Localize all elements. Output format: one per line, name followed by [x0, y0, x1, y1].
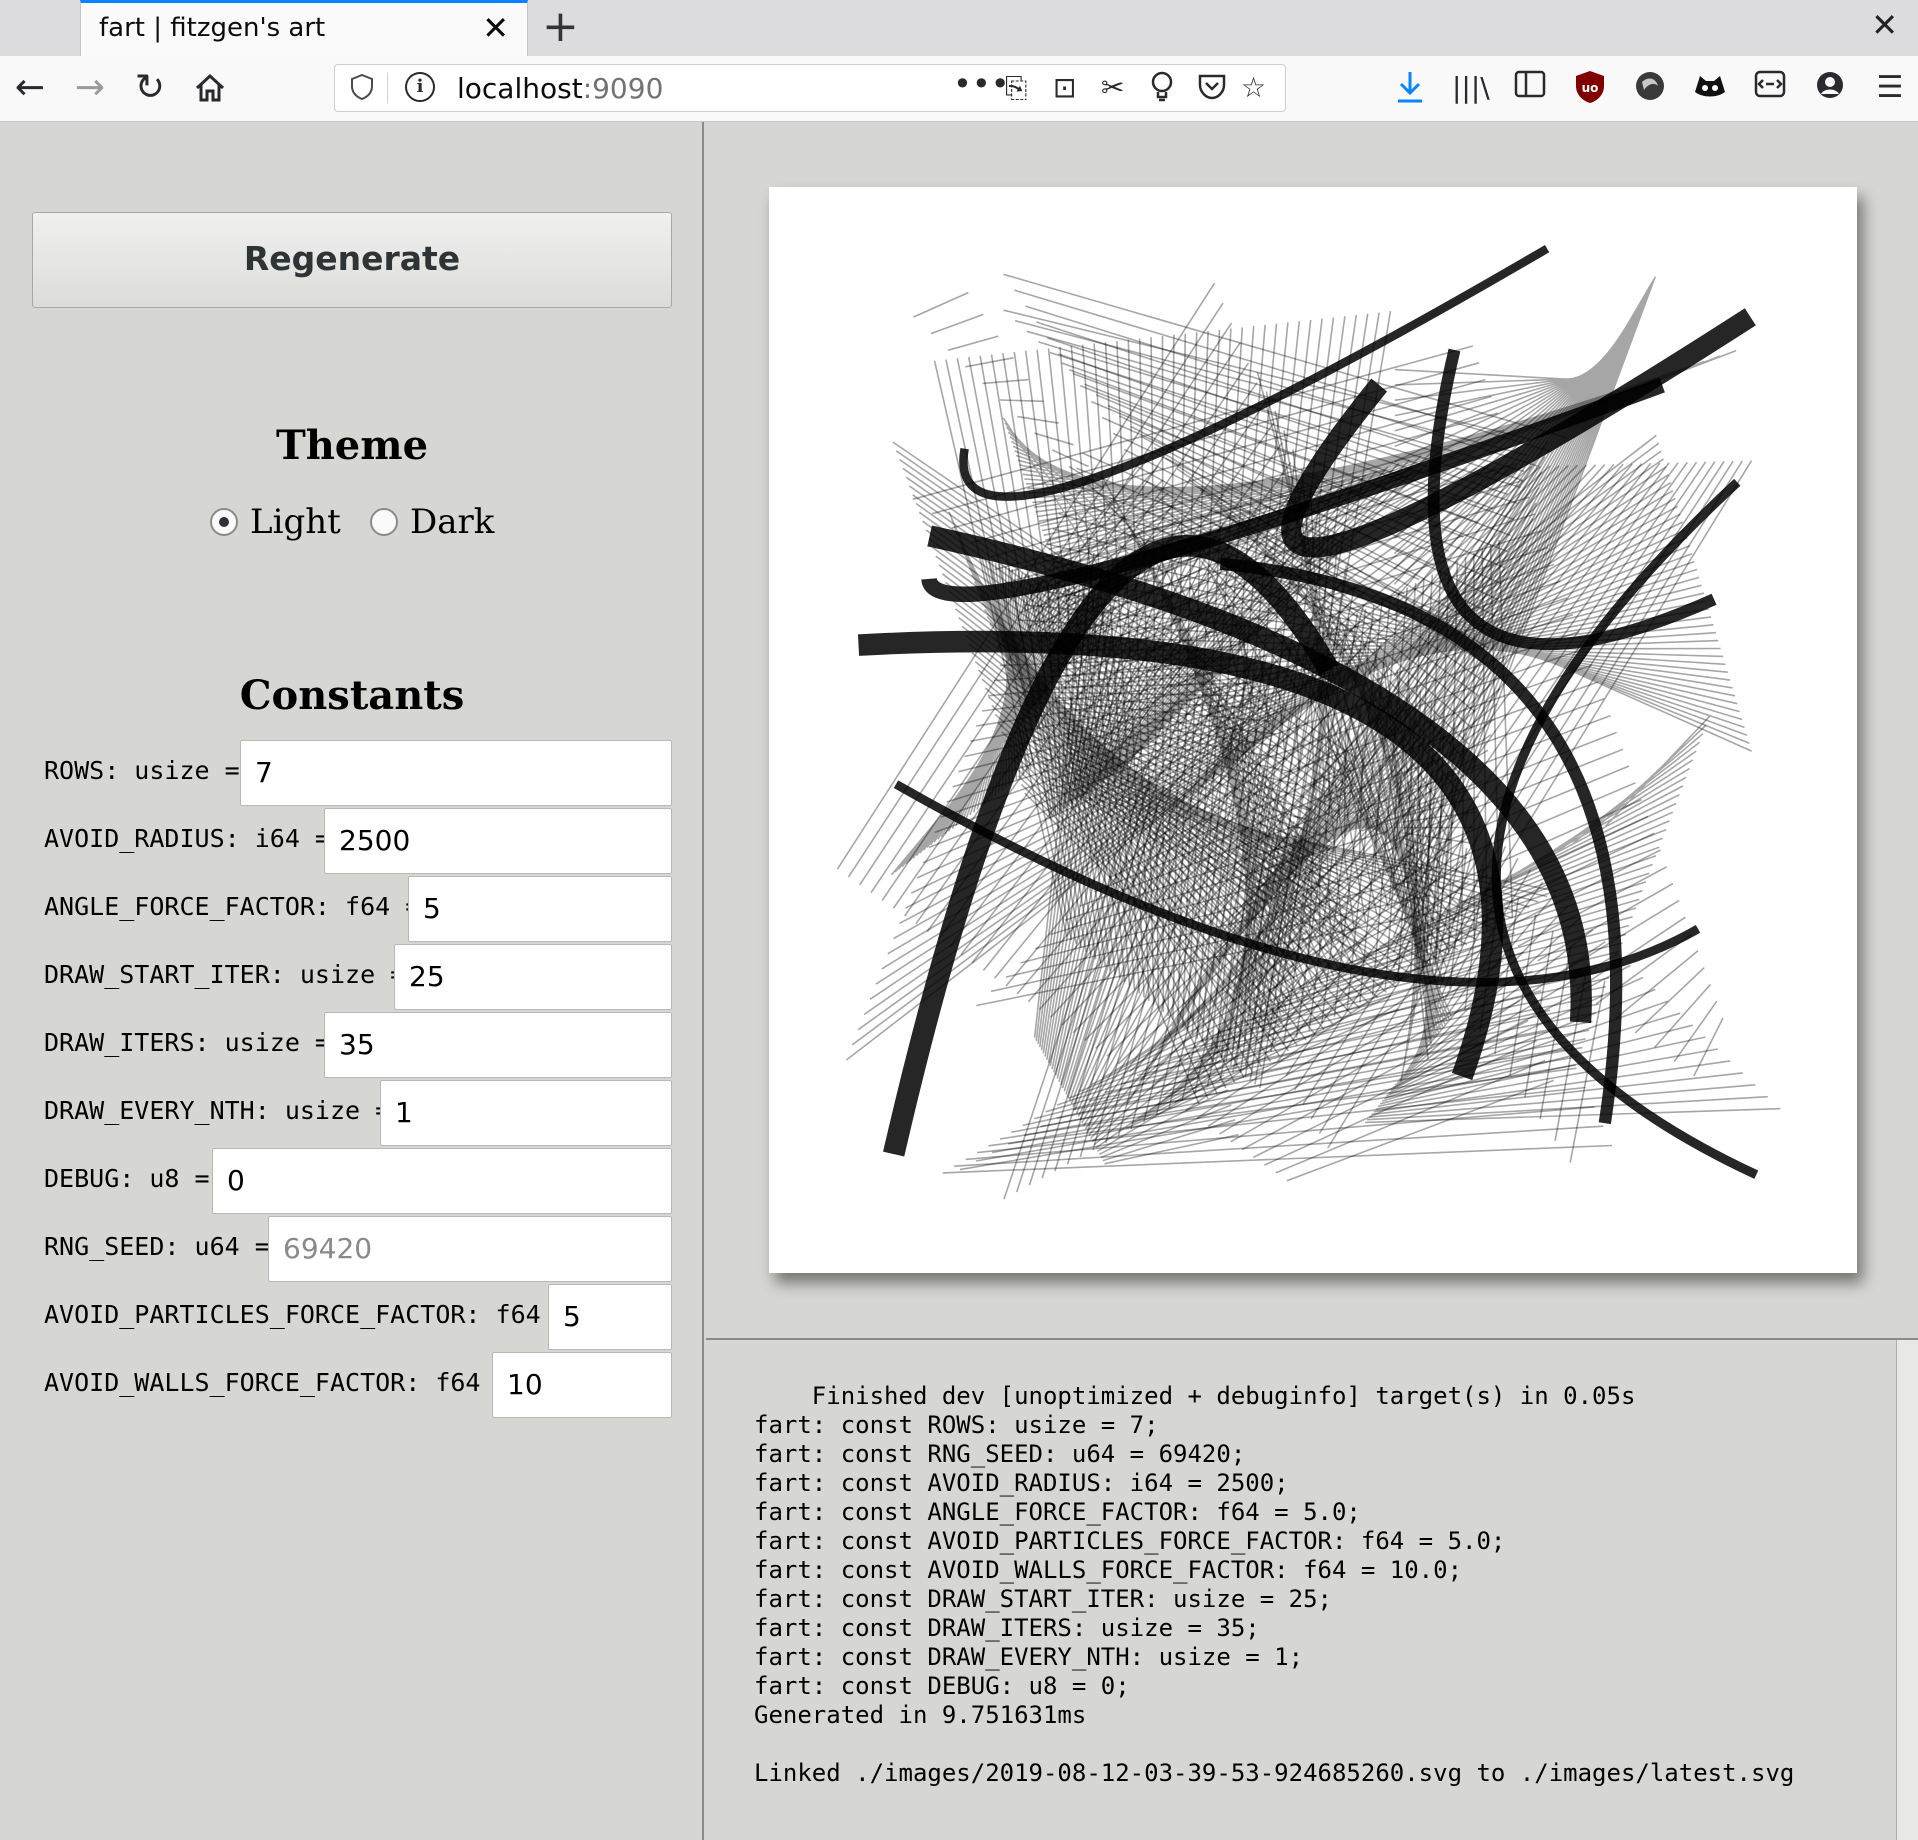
constant-row-draw-start-iter: DRAW_START_ITER: usize = 25 — [44, 944, 672, 1010]
angle-force-factor-input[interactable]: 5 — [408, 876, 672, 942]
constant-row-debug: DEBUG: u8 = 0 — [44, 1148, 672, 1214]
draw-iters-input[interactable]: 35 — [324, 1012, 672, 1078]
theme-radio-light[interactable]: Light — [210, 502, 341, 542]
log-line: fart: const AVOID_PARTICLES_FORCE_FACTOR… — [754, 1527, 1506, 1555]
sidebar-icon[interactable] — [1512, 70, 1548, 106]
build-log-pane: Finished dev [unoptimized + debuginfo] t… — [706, 1340, 1896, 1840]
tab-close-icon[interactable]: ✕ — [482, 9, 509, 47]
theme-option-label: Dark — [410, 502, 495, 542]
log-line: fart: const RNG_SEED: u64 = 69420; — [754, 1440, 1246, 1468]
build-log-text: Finished dev [unoptimized + debuginfo] t… — [754, 1382, 1794, 1788]
constant-row-rng-seed: RNG_SEED: u64 = 69420 — [44, 1216, 672, 1282]
log-line: Generated in 9.751631ms — [754, 1701, 1087, 1729]
constant-label: ROWS: usize = — [44, 756, 255, 785]
draw-every-nth-input[interactable]: 1 — [380, 1080, 672, 1146]
constant-label: DRAW_EVERY_NTH: usize = — [44, 1096, 406, 1125]
constant-row-draw-every-nth: DRAW_EVERY_NTH: usize = 1 — [44, 1080, 672, 1146]
url-text[interactable]: localhost:9090 — [457, 72, 663, 105]
window-close-icon[interactable]: ✕ — [1871, 6, 1898, 44]
avoid-walls-force-factor-input[interactable]: 10 — [492, 1352, 672, 1418]
rng-seed-input[interactable]: 69420 — [268, 1216, 672, 1282]
lightbulb-icon[interactable] — [1149, 71, 1175, 110]
account-icon[interactable] — [1812, 70, 1848, 106]
log-line: fart: const DRAW_EVERY_NTH: usize = 1; — [754, 1643, 1304, 1671]
avoid-particles-force-factor-input[interactable]: 5 — [548, 1284, 672, 1350]
log-line: fart: const AVOID_WALLS_FORCE_FACTOR: f6… — [754, 1556, 1463, 1584]
constant-row-avoid-walls-force-factor: AVOID_WALLS_FORCE_FACTOR: f64 = 10 — [44, 1352, 672, 1418]
log-line: fart: const DRAW_ITERS: usize = 35; — [754, 1614, 1260, 1642]
art-preview-area — [706, 122, 1918, 1338]
generated-art-svg — [836, 244, 1781, 1200]
constants-heading: Constants — [239, 672, 465, 719]
constant-row-angle-force-factor: ANGLE_FORCE_FACTOR: f64 = 5 — [44, 876, 672, 942]
radio-button-unchecked[interactable] — [370, 508, 398, 536]
url-port: :9090 — [582, 72, 664, 105]
log-line: fart: const AVOID_RADIUS: i64 = 2500; — [754, 1469, 1289, 1497]
theme-heading: Theme — [275, 422, 429, 469]
svg-text:uo: uo — [1582, 81, 1599, 95]
ublock-origin-icon[interactable]: uo — [1572, 70, 1608, 106]
theme-option-label: Light — [250, 502, 341, 542]
hamburger-menu-icon[interactable]: ☰ — [1872, 70, 1908, 106]
log-line: Linked ./images/2019-08-12-03-39-53-9246… — [754, 1759, 1795, 1787]
send-to-device-icon[interactable]: ⎘ — [1005, 71, 1027, 105]
tab-title: fart | fitzgen's art — [99, 13, 326, 43]
new-tab-plus-icon[interactable]: + — [542, 2, 579, 52]
log-line: Finished dev [unoptimized + debuginfo] t… — [754, 1382, 1636, 1410]
avoid-radius-input[interactable]: 2500 — [324, 808, 672, 874]
pocket-icon[interactable] — [1197, 71, 1227, 108]
extension-reader-icon[interactable] — [1752, 70, 1788, 106]
navigation-toolbar: ← → ↻ i localhost:9090 ••• ⎘ ⊡ ✂ ☆ |||\ … — [0, 56, 1918, 122]
rows-input[interactable]: 7 — [240, 740, 672, 806]
back-arrow-icon[interactable]: ← — [8, 66, 52, 110]
constant-label: AVOID_PARTICLES_FORCE_FACTOR: f64 = — [44, 1300, 586, 1329]
constant-label: AVOID_RADIUS: i64 = — [44, 824, 346, 853]
debug-input[interactable]: 0 — [212, 1148, 672, 1214]
constant-row-avoid-radius: AVOID_RADIUS: i64 = 2500 — [44, 808, 672, 874]
log-line: fart: const ROWS: usize = 7; — [754, 1411, 1159, 1439]
bookmark-star-icon[interactable]: ☆ — [1241, 71, 1266, 104]
controls-panel: Regenerate Theme Light Dark Constants RO… — [0, 122, 704, 1840]
art-strokes — [836, 244, 1781, 1200]
site-info-icon[interactable]: i — [405, 72, 435, 102]
log-line: fart: const ANGLE_FORCE_FACTOR: f64 = 5.… — [754, 1498, 1361, 1526]
log-line: fart: const DEBUG: u8 = 0; — [754, 1672, 1130, 1700]
downloads-icon[interactable] — [1392, 70, 1428, 106]
reader-view-icon[interactable]: ⊡ — [1053, 71, 1076, 104]
constant-row-draw-iters: DRAW_ITERS: usize = 35 — [44, 1012, 672, 1078]
constant-label: DRAW_START_ITER: usize = — [44, 960, 421, 989]
constant-label: RNG_SEED: u64 = — [44, 1232, 285, 1261]
log-scrollbar[interactable] — [1896, 1340, 1918, 1840]
extension-globe-icon[interactable] — [1632, 70, 1668, 106]
url-host: localhost — [457, 72, 583, 105]
url-bar[interactable]: i localhost:9090 ••• ⎘ ⊡ ✂ ☆ — [334, 64, 1286, 112]
tracking-shield-icon[interactable] — [351, 73, 373, 101]
constant-row-rows: ROWS: usize = 7 — [44, 740, 672, 806]
screenshot-icon[interactable]: ✂ — [1101, 71, 1124, 104]
library-icon[interactable]: |||\ — [1452, 70, 1490, 106]
reload-icon[interactable]: ↻ — [128, 66, 172, 110]
tab-active[interactable]: fart | fitzgen's art ✕ — [80, 0, 528, 56]
log-line: fart: const DRAW_START_ITER: usize = 25; — [754, 1585, 1332, 1613]
constant-label: AVOID_WALLS_FORCE_FACTOR: f64 = — [44, 1368, 526, 1397]
extension-mask-icon[interactable] — [1692, 70, 1728, 106]
draw-start-iter-input[interactable]: 25 — [394, 944, 672, 1010]
page-actions-icon[interactable]: ••• — [953, 65, 1010, 103]
regenerate-button[interactable]: Regenerate — [32, 212, 672, 308]
generated-art-image — [769, 187, 1857, 1273]
home-icon[interactable] — [188, 66, 232, 116]
forward-arrow-icon[interactable]: → — [68, 66, 112, 110]
constant-label: ANGLE_FORCE_FACTOR: f64 = — [44, 892, 436, 921]
constant-label: DEBUG: u8 = — [44, 1164, 225, 1193]
constant-row-avoid-particles-force-factor: AVOID_PARTICLES_FORCE_FACTOR: f64 = 5 — [44, 1284, 672, 1350]
theme-radio-dark[interactable]: Dark — [370, 502, 494, 542]
tab-bar: fart | fitzgen's art ✕ + ✕ — [0, 0, 1918, 56]
url-separator — [387, 73, 388, 103]
constant-label: DRAW_ITERS: usize = — [44, 1028, 346, 1057]
radio-button-checked[interactable] — [210, 508, 238, 536]
